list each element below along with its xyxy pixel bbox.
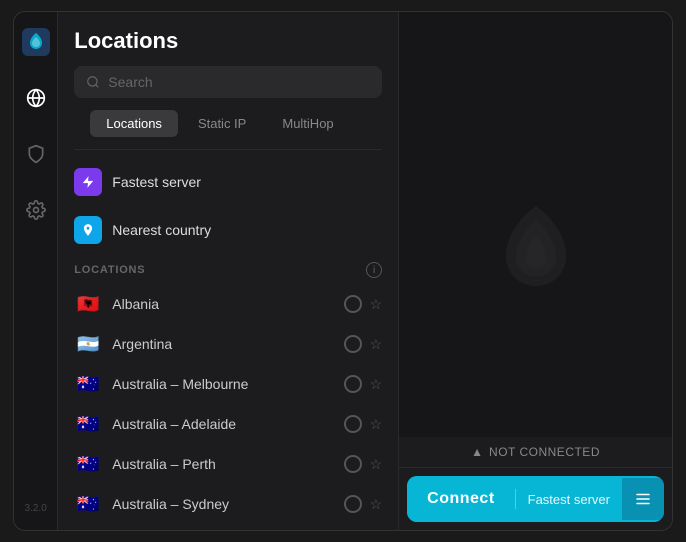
location-name-au-adelaide: Australia – Adelaide	[112, 416, 333, 432]
info-icon[interactable]: i	[366, 262, 382, 278]
fastest-server-item[interactable]: Fastest server	[58, 158, 398, 206]
location-name-au-melbourne: Australia – Melbourne	[112, 376, 333, 392]
search-input[interactable]	[108, 74, 370, 90]
location-name-au-perth: Australia – Perth	[112, 456, 333, 472]
flag-argentina: 🇦🇷	[74, 334, 102, 354]
right-panel: ▲ NOT CONNECTED Connect Fastest server	[399, 12, 672, 530]
connect-circle-au-melbourne[interactable]	[344, 375, 362, 393]
flag-au-melbourne: 🇦🇺	[74, 374, 102, 394]
app-version: 3.2.0	[25, 503, 47, 514]
location-actions-argentina: ☆	[344, 335, 383, 353]
flag-au-perth: 🇦🇺	[74, 454, 102, 474]
location-name-albania: Albania	[112, 296, 333, 312]
left-panel: Locations Locations Static IP MultiHop	[58, 12, 399, 530]
location-item-au-melbourne[interactable]: 🇦🇺 Australia – Melbourne ☆	[58, 364, 398, 404]
not-connected-status: NOT CONNECTED	[489, 445, 600, 459]
tab-locations[interactable]: Locations	[90, 110, 178, 137]
connect-circle-argentina[interactable]	[344, 335, 362, 353]
connect-circle-au-perth[interactable]	[344, 455, 362, 473]
locations-list: Fastest server Nearest country LOCATIONS…	[58, 150, 398, 530]
tab-static-ip[interactable]: Static IP	[182, 110, 262, 137]
location-name-argentina: Argentina	[112, 336, 333, 352]
fastest-server-label: Fastest server	[112, 174, 201, 190]
star-icon-au-melbourne[interactable]: ☆	[370, 376, 383, 393]
star-icon-argentina[interactable]: ☆	[370, 336, 383, 353]
fastest-server-icon	[74, 168, 102, 196]
star-icon-au-sydney[interactable]: ☆	[370, 496, 383, 513]
location-item-au-sydney[interactable]: 🇦🇺 Australia – Sydney ☆	[58, 484, 398, 524]
location-item-argentina[interactable]: 🇦🇷 Argentina ☆	[58, 324, 398, 364]
search-icon	[86, 75, 100, 89]
nearest-country-icon	[74, 216, 102, 244]
app-window: 3.2.0 Locations Locations Static IP Mult…	[13, 11, 673, 531]
page-title: Locations	[74, 28, 382, 54]
not-connected-bar: ▲ NOT CONNECTED	[399, 437, 672, 468]
connect-button[interactable]: Connect	[407, 476, 515, 522]
connect-bar: Connect Fastest server	[407, 476, 664, 522]
location-actions-au-sydney: ☆	[344, 495, 383, 513]
nearest-country-item[interactable]: Nearest country	[58, 206, 398, 254]
location-item-au-perth[interactable]: 🇦🇺 Australia – Perth ☆	[58, 444, 398, 484]
star-icon-au-perth[interactable]: ☆	[370, 456, 383, 473]
locations-section-header: LOCATIONS i	[58, 254, 398, 284]
location-item-au-brisbane[interactable]: 🇦🇺 Australia – Brisbane ☆	[58, 524, 398, 530]
location-actions-albania: ☆	[344, 295, 383, 313]
tab-bar: Locations Static IP MultiHop	[74, 110, 382, 150]
tab-multihop[interactable]: MultiHop	[266, 110, 349, 137]
location-item-au-adelaide[interactable]: 🇦🇺 Australia – Adelaide ☆	[58, 404, 398, 444]
location-item-albania[interactable]: 🇦🇱 Albania ☆	[58, 284, 398, 324]
hamburger-icon	[634, 490, 652, 508]
bottom-bar: ▲ NOT CONNECTED Connect Fastest server	[399, 437, 672, 530]
connect-menu-button[interactable]	[622, 478, 664, 520]
fastest-server-connect-label: Fastest server	[516, 478, 622, 521]
location-name-au-sydney: Australia – Sydney	[112, 496, 333, 512]
sidebar-item-settings[interactable]	[18, 192, 54, 228]
section-title: LOCATIONS	[74, 264, 145, 276]
flag-au-adelaide: 🇦🇺	[74, 414, 102, 434]
location-actions-au-adelaide: ☆	[344, 415, 383, 433]
nearest-country-label: Nearest country	[112, 222, 211, 238]
brand-logo-bg	[476, 196, 596, 321]
chevron-up-icon: ▲	[471, 445, 483, 459]
app-logo	[22, 28, 50, 56]
sidebar: 3.2.0	[14, 12, 58, 530]
flag-albania: 🇦🇱	[74, 294, 102, 314]
location-actions-au-perth: ☆	[344, 455, 383, 473]
sidebar-item-shield[interactable]	[18, 136, 54, 172]
flag-au-sydney: 🇦🇺	[74, 494, 102, 514]
sidebar-item-locations[interactable]	[18, 80, 54, 116]
search-bar	[74, 66, 382, 98]
connect-circle-au-adelaide[interactable]	[344, 415, 362, 433]
connect-circle-albania[interactable]	[344, 295, 362, 313]
panel-header: Locations Locations Static IP MultiHop	[58, 12, 398, 150]
location-actions-au-melbourne: ☆	[344, 375, 383, 393]
star-icon-au-adelaide[interactable]: ☆	[370, 416, 383, 433]
connect-circle-au-sydney[interactable]	[344, 495, 362, 513]
star-icon-albania[interactable]: ☆	[370, 296, 383, 313]
